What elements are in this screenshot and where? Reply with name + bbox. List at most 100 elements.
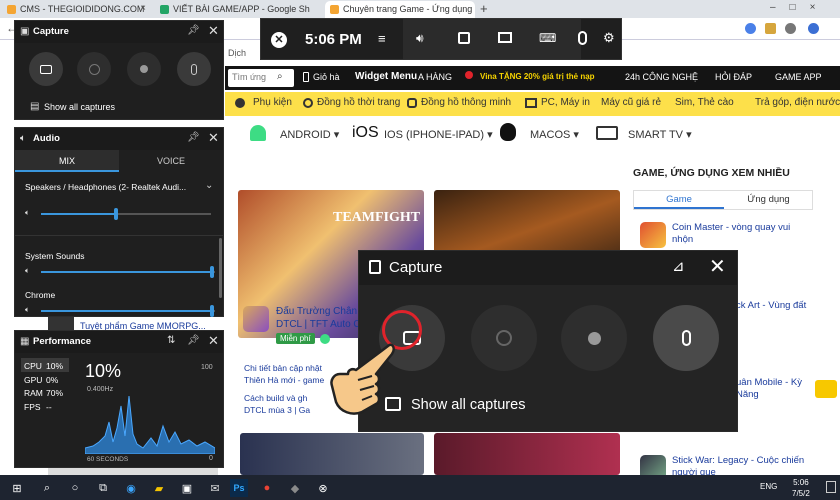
tab-game[interactable]: Game xyxy=(634,191,724,209)
stat-row[interactable]: RAM 70% xyxy=(24,387,63,401)
extension-icon[interactable] xyxy=(745,23,756,34)
nav-promo[interactable]: Vina TẶNG 20% giá trị thẻ nạp xyxy=(480,72,595,81)
window-controls[interactable]: –□× xyxy=(770,2,829,13)
nav-item[interactable]: HỎI ĐÁP xyxy=(715,72,752,82)
notification-icon[interactable] xyxy=(826,481,836,493)
mouse-icon[interactable] xyxy=(578,31,587,45)
nav-item[interactable]: A HÀNG xyxy=(418,72,452,82)
category-item[interactable]: Máy cũ giá rẻ xyxy=(601,97,661,108)
search-icon[interactable]: ⌕ xyxy=(38,479,56,497)
output-device-select[interactable]: Speakers / Headphones (2- Realtek Audi..… xyxy=(25,182,200,192)
os-link-smarttv[interactable]: SMART TV ▾ xyxy=(628,128,692,141)
category-item[interactable]: Đồng hồ thời trang xyxy=(317,97,400,108)
mic-toggle-button[interactable] xyxy=(653,305,719,371)
show-all-captures-link[interactable]: Show all captures xyxy=(411,397,525,413)
pin-icon[interactable]: 📌︎ xyxy=(187,335,200,346)
browser-tab[interactable]: VIẾT BÀI GAME/APP - Google Sh xyxy=(155,1,325,18)
game-app-icon[interactable] xyxy=(243,306,269,332)
controller-icon[interactable]: ⌨︎ xyxy=(539,31,556,45)
os-link-ios[interactable]: IOS (IPHONE-IPAD) ▾ xyxy=(384,128,493,141)
pin-icon[interactable]: 📌︎ xyxy=(187,25,200,36)
screenshot-button[interactable] xyxy=(29,52,63,86)
mail-icon[interactable]: ✉ xyxy=(206,479,224,497)
language-indicator[interactable]: ENG xyxy=(760,482,777,491)
related-link[interactable]: Chi tiết bản cập nhật xyxy=(244,362,324,374)
sidebar-item[interactable]: uân Mobile - Kỳ Năng xyxy=(736,377,806,401)
audio-icon[interactable]: 🔊︎ xyxy=(416,31,424,46)
record-last-button[interactable] xyxy=(471,305,537,371)
tab-voice[interactable]: VOICE xyxy=(119,150,223,172)
start-recording-button[interactable] xyxy=(561,305,627,371)
close-icon[interactable]: ✕ xyxy=(208,23,219,39)
start-recording-button[interactable] xyxy=(127,52,161,86)
nav-item[interactable]: Giỏ hà xyxy=(313,72,340,82)
nav-item[interactable]: 24h CÔNG NGHỆ xyxy=(625,72,698,82)
slider-knob[interactable] xyxy=(209,266,214,278)
app-volume-slider[interactable] xyxy=(41,305,215,317)
browser-tab[interactable]: CMS - THEGIOIDIDONG.COM × xyxy=(2,1,152,18)
category-item[interactable]: Phụ kiện xyxy=(253,97,292,108)
os-link-macos[interactable]: MACOS ▾ xyxy=(530,128,579,141)
mic-toggle-button[interactable] xyxy=(177,52,211,86)
clock[interactable]: 5:06 7/5/2 xyxy=(792,477,810,499)
close-tab-icon[interactable]: × xyxy=(140,3,146,14)
category-item[interactable]: Trả góp, điện nước xyxy=(755,97,840,108)
browser-tab-active[interactable]: Chuyên trang Game - Ứng dụng xyxy=(325,1,475,18)
game-subtitle[interactable]: DTCL | TFT Auto C xyxy=(276,319,361,330)
sidebar-item[interactable]: ck Art - Vùng đất xyxy=(736,300,806,311)
extension-icon[interactable] xyxy=(785,23,796,34)
translate-label[interactable]: Dịch xyxy=(228,48,246,58)
menu-icon[interactable]: ≡ xyxy=(378,31,386,46)
show-all-captures-link[interactable]: Show all captures xyxy=(44,102,115,112)
tab-mix[interactable]: MIX xyxy=(15,150,119,172)
related-link[interactable]: Cách build và gh xyxy=(244,392,324,404)
category-item[interactable]: PC, Máy in xyxy=(541,97,590,108)
capture-icon[interactable] xyxy=(458,32,470,44)
profile-avatar[interactable] xyxy=(808,23,819,34)
game-title[interactable]: Đấu Trường Chân xyxy=(276,306,357,317)
tab-apps[interactable]: Ứng dụng xyxy=(724,191,813,209)
search-icon[interactable]: ⌕ xyxy=(277,71,283,82)
stat-row[interactable]: GPU 0% xyxy=(24,374,63,388)
nav-item[interactable]: GAME APP xyxy=(775,72,822,82)
related-link[interactable]: DTCL mùa 3 | Ga xyxy=(244,404,324,416)
options-icon[interactable]: ⇅ xyxy=(167,335,175,346)
app-volume-slider[interactable] xyxy=(41,266,215,278)
sidebar-item[interactable]: Coin Master - vòng quay vui nhộn xyxy=(672,222,812,246)
game-thumbnail[interactable] xyxy=(240,433,424,475)
new-tab-button[interactable]: + xyxy=(480,1,488,16)
category-item[interactable]: Đồng hồ thông minh xyxy=(421,97,511,108)
xbox-taskbar-icon[interactable]: ⊗ xyxy=(314,479,332,497)
app-icon[interactable]: ◆ xyxy=(286,479,304,497)
settings-gear-icon[interactable]: ⚙︎ xyxy=(603,30,615,46)
pin-icon[interactable]: ⊿ xyxy=(672,257,685,275)
xbox-icon[interactable]: ✕ xyxy=(271,32,287,48)
record-last-button[interactable] xyxy=(77,52,111,86)
close-icon[interactable]: ✕ xyxy=(208,333,219,349)
start-icon[interactable]: ⊞ xyxy=(8,479,26,497)
app-icon[interactable] xyxy=(640,222,666,248)
pin-icon[interactable]: 📌︎ xyxy=(187,132,200,143)
chrome-icon[interactable]: ● xyxy=(258,479,276,497)
nav-item[interactable]: Widget Menu xyxy=(355,71,417,82)
category-item[interactable]: Sim, Thẻ cào xyxy=(675,97,734,108)
edge-icon[interactable]: ◉ xyxy=(122,479,140,497)
game-thumbnail[interactable] xyxy=(434,433,620,475)
close-icon[interactable]: ✕ xyxy=(208,130,219,146)
store-icon[interactable]: ▣ xyxy=(178,479,196,497)
stat-row[interactable]: CPU 10% xyxy=(24,360,63,374)
related-link[interactable]: Thiên Hà mới - game xyxy=(244,374,324,386)
photoshop-icon[interactable]: Ps xyxy=(230,479,248,497)
master-volume-slider[interactable] xyxy=(41,208,211,220)
close-icon[interactable]: ✕ xyxy=(709,254,726,279)
performance-icon[interactable] xyxy=(498,32,512,43)
search-input[interactable]: Tìm ứng xyxy=(228,69,294,87)
stat-row[interactable]: FPS -- xyxy=(24,401,63,415)
scrollbar[interactable] xyxy=(219,238,222,298)
os-link-android[interactable]: ANDROID ▾ xyxy=(280,128,339,141)
chevron-down-icon[interactable]: ⌄ xyxy=(205,180,213,191)
slider-knob[interactable] xyxy=(113,208,118,220)
cortana-icon[interactable]: ○ xyxy=(66,479,84,497)
extension-icon[interactable] xyxy=(765,23,776,34)
slider-knob[interactable] xyxy=(209,305,214,317)
